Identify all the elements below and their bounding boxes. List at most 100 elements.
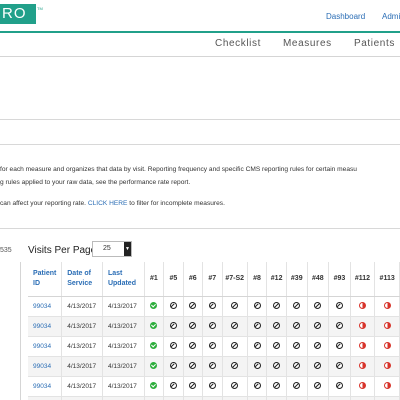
- admin-link[interactable]: Admi: [382, 12, 400, 21]
- measure-status-cell[interactable]: [286, 356, 308, 377]
- logo[interactable]: RO: [0, 4, 36, 24]
- table-row[interactable]: 990344/13/20174/13/2017: [28, 296, 400, 317]
- measure-status-cell[interactable]: [307, 336, 330, 357]
- patient-id-link[interactable]: 99034: [33, 383, 51, 390]
- measure-status-cell[interactable]: [163, 336, 184, 357]
- measure-status-cell[interactable]: [266, 296, 287, 317]
- measure-status-cell[interactable]: [202, 316, 223, 337]
- measure-status-cell[interactable]: [286, 396, 308, 400]
- patient-id-link[interactable]: 99034: [33, 343, 51, 350]
- column-header-patient-id[interactable]: Patient ID: [28, 262, 63, 297]
- measure-status-cell[interactable]: [247, 356, 268, 377]
- table-row[interactable]: 990344/13/20174/13/2017: [28, 316, 400, 337]
- check-circle-icon: [150, 362, 158, 370]
- measure-status-cell[interactable]: [374, 336, 400, 357]
- chevron-down-icon[interactable]: ▼: [124, 242, 131, 256]
- column-header-date-of-service[interactable]: Date of Service: [61, 262, 103, 297]
- measure-status-cell[interactable]: [183, 356, 204, 377]
- table-row[interactable]: 990344/13/20174/13/2017: [28, 376, 400, 397]
- measure-status-cell[interactable]: [307, 296, 330, 317]
- table-row[interactable]: 990344/13/20174/13/2017: [28, 356, 400, 377]
- measure-status-cell[interactable]: [183, 376, 204, 397]
- excluded-icon: [335, 322, 343, 330]
- excluded-icon: [189, 362, 197, 370]
- measure-status-cell[interactable]: [163, 296, 184, 317]
- measure-status-cell[interactable]: [266, 376, 287, 397]
- measure-status-cell[interactable]: [222, 376, 248, 397]
- measure-status-cell[interactable]: [163, 356, 184, 377]
- measure-status-cell[interactable]: [307, 356, 330, 377]
- measure-status-cell[interactable]: [328, 316, 351, 337]
- measure-status-cell[interactable]: [307, 376, 330, 397]
- measure-status-cell[interactable]: [183, 316, 204, 337]
- measure-status-cell[interactable]: [222, 396, 248, 400]
- measure-status-cell[interactable]: [144, 316, 165, 337]
- table-row[interactable]: 990344/13/20174/13/2017: [28, 396, 400, 400]
- measure-status-cell[interactable]: [328, 396, 351, 400]
- measure-status-cell[interactable]: [350, 356, 376, 377]
- measure-status-cell[interactable]: [307, 396, 330, 400]
- measure-status-cell[interactable]: [247, 396, 268, 400]
- measure-status-cell[interactable]: [163, 376, 184, 397]
- visits-per-page-select[interactable]: 25 ▼: [92, 241, 132, 257]
- patient-id-link[interactable]: 99034: [33, 303, 51, 310]
- measure-status-cell[interactable]: [266, 336, 287, 357]
- measure-status-cell[interactable]: [222, 336, 248, 357]
- measure-status-cell[interactable]: [163, 396, 184, 400]
- measure-status-cell[interactable]: [374, 356, 400, 377]
- column-header-last-updated[interactable]: Last Updated: [102, 262, 145, 297]
- measure-status-cell[interactable]: [144, 356, 165, 377]
- measure-status-cell[interactable]: [374, 316, 400, 337]
- measure-status-cell[interactable]: [286, 296, 308, 317]
- measure-status-cell[interactable]: [328, 356, 351, 377]
- measure-status-cell[interactable]: [328, 376, 351, 397]
- measure-status-cell[interactable]: [350, 336, 376, 357]
- measure-status-cell[interactable]: [286, 376, 308, 397]
- patient-id-link[interactable]: 99034: [33, 363, 51, 370]
- measure-status-cell[interactable]: [266, 316, 287, 337]
- measure-status-cell[interactable]: [144, 296, 165, 317]
- measure-status-cell[interactable]: [247, 376, 268, 397]
- measure-status-cell[interactable]: [202, 336, 223, 357]
- measure-status-cell[interactable]: [286, 316, 308, 337]
- measure-status-cell[interactable]: [222, 296, 248, 317]
- measure-status-cell[interactable]: [144, 336, 165, 357]
- dashboard-link[interactable]: Dashboard: [326, 12, 365, 21]
- measure-status-cell[interactable]: [144, 396, 165, 400]
- measure-status-cell[interactable]: [202, 296, 223, 317]
- measure-status-cell[interactable]: [374, 376, 400, 397]
- measure-status-cell[interactable]: [266, 396, 287, 400]
- measure-status-cell[interactable]: [222, 316, 248, 337]
- measure-status-cell[interactable]: [183, 296, 204, 317]
- measure-status-cell[interactable]: [144, 376, 165, 397]
- measure-status-cell[interactable]: [350, 376, 376, 397]
- measure-status-cell[interactable]: [247, 336, 268, 357]
- measure-status-cell[interactable]: [202, 356, 223, 377]
- measure-status-cell[interactable]: [202, 396, 223, 400]
- nav-item-patients[interactable]: Patients: [354, 38, 395, 49]
- measure-status-cell[interactable]: [350, 396, 376, 400]
- measure-status-cell[interactable]: [163, 316, 184, 337]
- table-row[interactable]: 990344/13/20174/13/2017: [28, 336, 400, 357]
- measure-status-cell[interactable]: [328, 336, 351, 357]
- measure-status-cell[interactable]: [247, 296, 268, 317]
- nav-item-measures[interactable]: Measures: [283, 38, 332, 49]
- measure-status-cell[interactable]: [266, 356, 287, 377]
- measure-status-cell[interactable]: [183, 336, 204, 357]
- measure-status-cell[interactable]: [286, 336, 308, 357]
- measure-status-cell[interactable]: [350, 296, 376, 317]
- measure-status-cell[interactable]: [374, 296, 400, 317]
- measure-status-cell[interactable]: [307, 316, 330, 337]
- measure-status-cell[interactable]: [247, 316, 268, 337]
- excluded-icon: [231, 322, 239, 330]
- measure-status-cell[interactable]: [202, 376, 223, 397]
- measure-status-cell[interactable]: [350, 316, 376, 337]
- measure-status-cell[interactable]: [183, 396, 204, 400]
- measure-status-cell[interactable]: [222, 356, 248, 377]
- measure-status-cell[interactable]: [328, 296, 351, 317]
- measure-status-cell[interactable]: [374, 396, 400, 400]
- nav-item-checklist[interactable]: Checklist: [215, 38, 261, 49]
- excluded-icon: [169, 342, 177, 350]
- patient-id-link[interactable]: 99034: [33, 323, 51, 330]
- filter-incomplete-link[interactable]: CLICK HERE: [88, 200, 128, 207]
